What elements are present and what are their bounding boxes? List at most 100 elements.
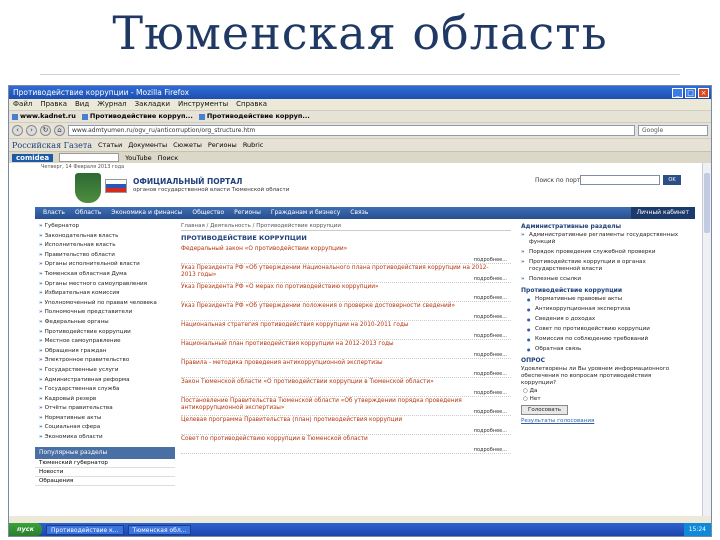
sidebar-link[interactable]: Социальная сфера (35, 423, 175, 433)
anticorruption-link[interactable]: Обратная связь (521, 346, 685, 353)
sidebar-link[interactable]: Противодействие коррупции (35, 328, 175, 338)
nav-item[interactable]: Область (75, 207, 101, 219)
page-scrollbar[interactable] (702, 163, 711, 516)
cabinet-button[interactable]: Личный кабинет (630, 207, 695, 219)
sidebar-link[interactable]: Государственная служба (35, 385, 175, 395)
news-link[interactable]: Указ Президента РФ «Об утверждении полож… (181, 303, 501, 310)
more-link[interactable]: подробнее... (474, 314, 507, 320)
more-link[interactable]: подробнее... (474, 333, 507, 339)
sidebar-link[interactable]: Правительство области (35, 251, 175, 261)
anticorruption-link[interactable]: Совет по противодействию коррупции (521, 326, 685, 333)
news-link[interactable]: Указ Президента РФ «Об утверждении Нацио… (181, 265, 501, 279)
news-link[interactable]: Национальная стратегия противодействия к… (181, 322, 501, 329)
sidebar-link[interactable]: Местное самоуправление (35, 337, 175, 347)
bookmark-regions[interactable]: Регионы (208, 141, 237, 149)
sidebar-link[interactable]: Губернатор (35, 222, 175, 232)
more-link[interactable]: подробнее... (474, 352, 507, 358)
tab-anticorruption-1[interactable]: Противодействие корруп... (81, 111, 193, 122)
news-link[interactable]: Совет по противодействию коррупции в Тюм… (181, 436, 501, 443)
more-link[interactable]: подробнее... (474, 409, 507, 415)
start-button[interactable]: пуск (9, 523, 42, 536)
forward-icon[interactable]: › (26, 125, 37, 136)
addon-input[interactable] (59, 153, 120, 162)
nav-item[interactable]: Экономика и финансы (111, 207, 182, 219)
news-link[interactable]: Целевая программа Правительства (план) п… (181, 417, 501, 424)
nav-item[interactable]: Связь (350, 207, 368, 219)
more-link[interactable]: подробнее... (474, 447, 507, 453)
sidebar-link[interactable]: Экономика области (35, 433, 175, 443)
sidebar-link[interactable]: Уполномоченный по правам человека (35, 299, 175, 309)
menu-edit[interactable]: Правка (40, 99, 67, 110)
admin-link[interactable]: Противодействие коррупции в органах госу… (521, 259, 685, 273)
sidebar-link[interactable]: Федеральные органы (35, 318, 175, 328)
more-link[interactable]: подробнее... (474, 276, 507, 282)
bookmark-rg[interactable]: Российская Газета (12, 141, 92, 150)
tab-kadnet[interactable]: www.kadnet.ru (12, 111, 76, 122)
menu-view[interactable]: Вид (75, 99, 89, 110)
poll-option-yes[interactable]: ○ Да (521, 387, 685, 395)
sidebar-link[interactable]: Государственные услуги (35, 366, 175, 376)
more-link[interactable]: подробнее... (474, 295, 507, 301)
vote-button[interactable]: Голосовать (521, 405, 569, 415)
menu-tools[interactable]: Инструменты (178, 99, 228, 110)
back-icon[interactable]: ‹ (12, 125, 23, 136)
menu-history[interactable]: Журнал (97, 99, 126, 110)
bookmark-stories[interactable]: Сюжеты (173, 141, 202, 149)
bookmark-rubric[interactable]: Rubric (243, 141, 264, 149)
bookmark-documents[interactable]: Документы (128, 141, 167, 149)
admin-link[interactable]: Полезные ссылки (521, 276, 685, 283)
maximize-button[interactable]: □ (685, 87, 696, 98)
url-field[interactable]: www.admtyumen.ru/ogv_ru/anticorruption/o… (68, 125, 635, 136)
addon-field-label[interactable]: YouTube (125, 154, 151, 162)
sidebar-link[interactable]: Кадровый резерв (35, 395, 175, 405)
sidebar-link[interactable]: Нормативные акты (35, 414, 175, 424)
sidebar-link[interactable]: Тюменская областная Дума (35, 270, 175, 280)
sidebar-link[interactable]: Органы местного самоуправления (35, 280, 175, 290)
home-icon[interactable]: ⌂ (54, 125, 65, 136)
admin-link[interactable]: Административные регламенты государствен… (521, 232, 685, 246)
close-button[interactable]: × (698, 87, 709, 98)
popular-link[interactable]: Новости (35, 468, 175, 477)
menu-bookmarks[interactable]: Закладки (135, 99, 170, 110)
sidebar-link[interactable]: Законодательная власть (35, 232, 175, 242)
menu-file[interactable]: Файл (13, 99, 32, 110)
sidebar-link[interactable]: Обращения граждан (35, 347, 175, 357)
anticorruption-link[interactable]: Комиссия по соблюдению требований (521, 336, 685, 343)
sidebar-link[interactable]: Полномочные представители (35, 308, 175, 318)
site-search-input[interactable] (580, 175, 660, 185)
taskbar-item-doc[interactable]: Тюменская обл... (127, 524, 192, 535)
scroll-thumb[interactable] (704, 173, 710, 233)
bookmark-articles[interactable]: Статьи (98, 141, 122, 149)
addon-search-button[interactable]: Поиск (158, 154, 179, 162)
sidebar-link[interactable]: Исполнительная власть (35, 241, 175, 251)
anticorruption-link[interactable]: Антикоррупционная экспертиза (521, 306, 685, 313)
sidebar-link[interactable]: Отчёты правительства (35, 404, 175, 414)
popular-link[interactable]: Тюменский губернатор (35, 459, 175, 468)
minimize-button[interactable]: _ (672, 87, 683, 98)
news-link[interactable]: Указ Президента РФ «О мерах по противоде… (181, 284, 501, 291)
reload-icon[interactable]: ↻ (40, 125, 51, 136)
more-link[interactable]: подробнее... (474, 390, 507, 396)
site-search-button[interactable]: OK (663, 175, 681, 185)
menu-help[interactable]: Справка (236, 99, 267, 110)
anticorruption-link[interactable]: Сведения о доходах (521, 316, 685, 323)
news-link[interactable]: Национальный план противодействия корруп… (181, 341, 501, 348)
sidebar-link[interactable]: Органы исполнительной власти (35, 260, 175, 270)
search-input[interactable]: Google (638, 125, 708, 136)
sidebar-link[interactable]: Административная реформа (35, 376, 175, 386)
poll-results-link[interactable]: Результаты голосования (521, 418, 685, 424)
admin-link[interactable]: Порядок проведения служебной проверки (521, 249, 685, 256)
poll-option-no[interactable]: ○ Нет (521, 395, 685, 403)
news-link[interactable]: Постановление Правительства Тюменской об… (181, 398, 501, 412)
news-link[interactable]: Федеральный закон «О противодействии кор… (181, 246, 501, 253)
popular-link[interactable]: Обращения (35, 477, 175, 486)
more-link[interactable]: подробнее... (474, 371, 507, 377)
news-link[interactable]: Правила - методика проведения антикорруп… (181, 360, 501, 367)
sidebar-link[interactable]: Электронное правительство (35, 356, 175, 366)
nav-item[interactable]: Общество (192, 207, 224, 219)
nav-item[interactable]: Власть (43, 207, 65, 219)
anticorruption-link[interactable]: Нормативные правовые акты (521, 296, 685, 303)
news-link[interactable]: Закон Тюменской области «О противодейств… (181, 379, 501, 386)
nav-item[interactable]: Регионы (234, 207, 261, 219)
tab-anticorruption-2[interactable]: Противодействие корруп... (198, 111, 310, 122)
